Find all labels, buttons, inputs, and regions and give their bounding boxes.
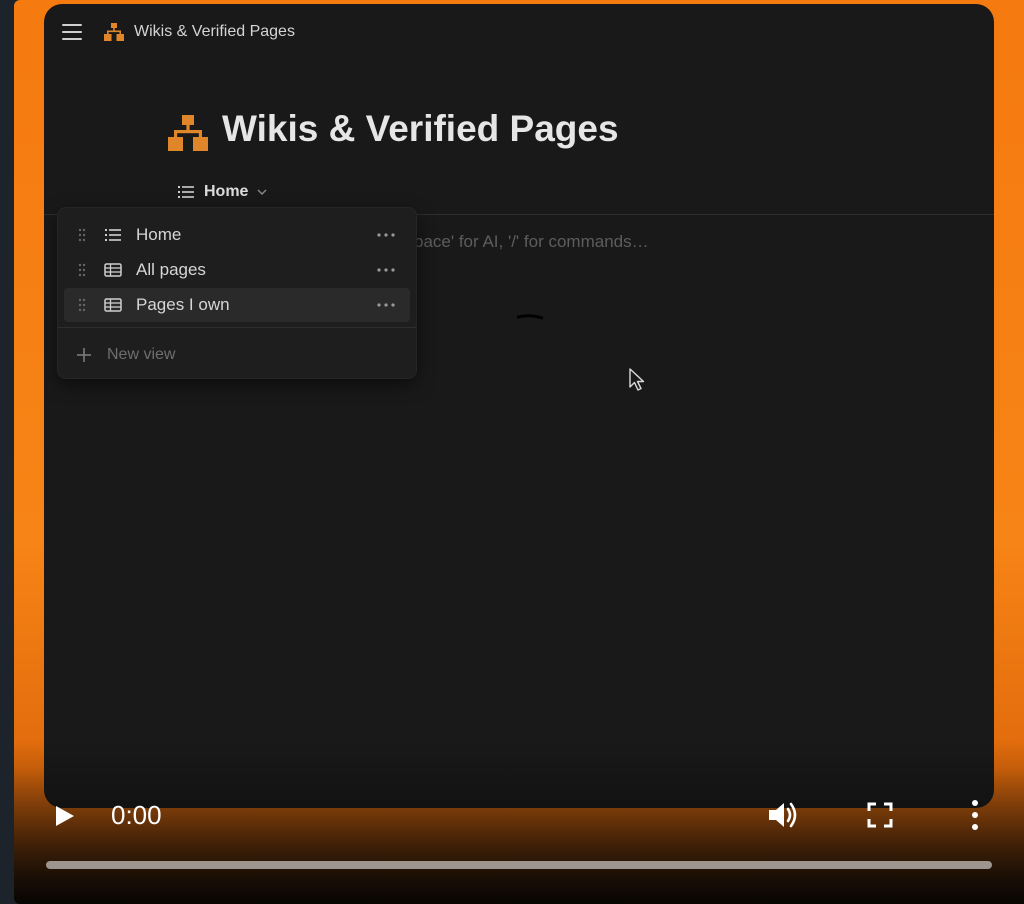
new-view-button[interactable]: New view — [64, 338, 410, 372]
view-item-label: All pages — [136, 260, 206, 279]
chevron-down-icon — [257, 189, 267, 195]
view-switcher[interactable]: Home — [178, 180, 268, 204]
mouse-cursor-icon — [629, 368, 645, 391]
time-display: 0:00 — [111, 800, 162, 830]
editor-placeholder[interactable]: pace' for AI, '/' for commands… — [414, 232, 649, 252]
loading-spinner-icon — [517, 314, 543, 320]
play-icon[interactable] — [54, 804, 76, 828]
sitemap-icon — [104, 23, 124, 41]
plus-icon — [77, 348, 91, 362]
drag-handle-icon[interactable] — [78, 228, 86, 242]
fullscreen-icon[interactable] — [866, 801, 894, 829]
more-horizontal-icon[interactable] — [376, 233, 396, 237]
view-dropdown-menu: Home All pages Pages I own New view — [58, 208, 416, 378]
volume-icon[interactable] — [766, 798, 800, 832]
view-item-all-pages[interactable]: All pages — [64, 253, 410, 287]
current-view-label: Home — [204, 183, 249, 200]
drag-handle-icon[interactable] — [78, 263, 86, 277]
page-title[interactable]: Wikis & Verified Pages — [222, 108, 619, 150]
list-icon — [178, 186, 194, 198]
table-icon — [104, 298, 122, 312]
table-icon — [104, 263, 122, 277]
view-item-label: Home — [136, 225, 182, 244]
more-horizontal-icon[interactable] — [376, 268, 396, 272]
video-player[interactable]: Wikis & Verified Pages Wikis & Verified … — [14, 0, 1024, 904]
view-item-home[interactable]: Home — [64, 218, 410, 252]
notion-app-window: Wikis & Verified Pages Wikis & Verified … — [44, 4, 994, 808]
top-bar: Wikis & Verified Pages — [44, 4, 994, 60]
progress-bar[interactable] — [46, 861, 992, 869]
view-item-pages-i-own[interactable]: Pages I own — [64, 288, 410, 322]
new-view-label: New view — [107, 346, 176, 363]
more-vertical-icon[interactable] — [968, 799, 982, 831]
drag-handle-icon[interactable] — [78, 298, 86, 312]
sitemap-icon[interactable] — [168, 114, 208, 152]
breadcrumb-title[interactable]: Wikis & Verified Pages — [134, 23, 295, 41]
menu-divider — [58, 327, 416, 328]
view-item-label: Pages I own — [136, 295, 230, 314]
more-horizontal-icon[interactable] — [376, 303, 396, 307]
menu-icon[interactable] — [62, 24, 82, 40]
list-icon — [105, 229, 121, 241]
